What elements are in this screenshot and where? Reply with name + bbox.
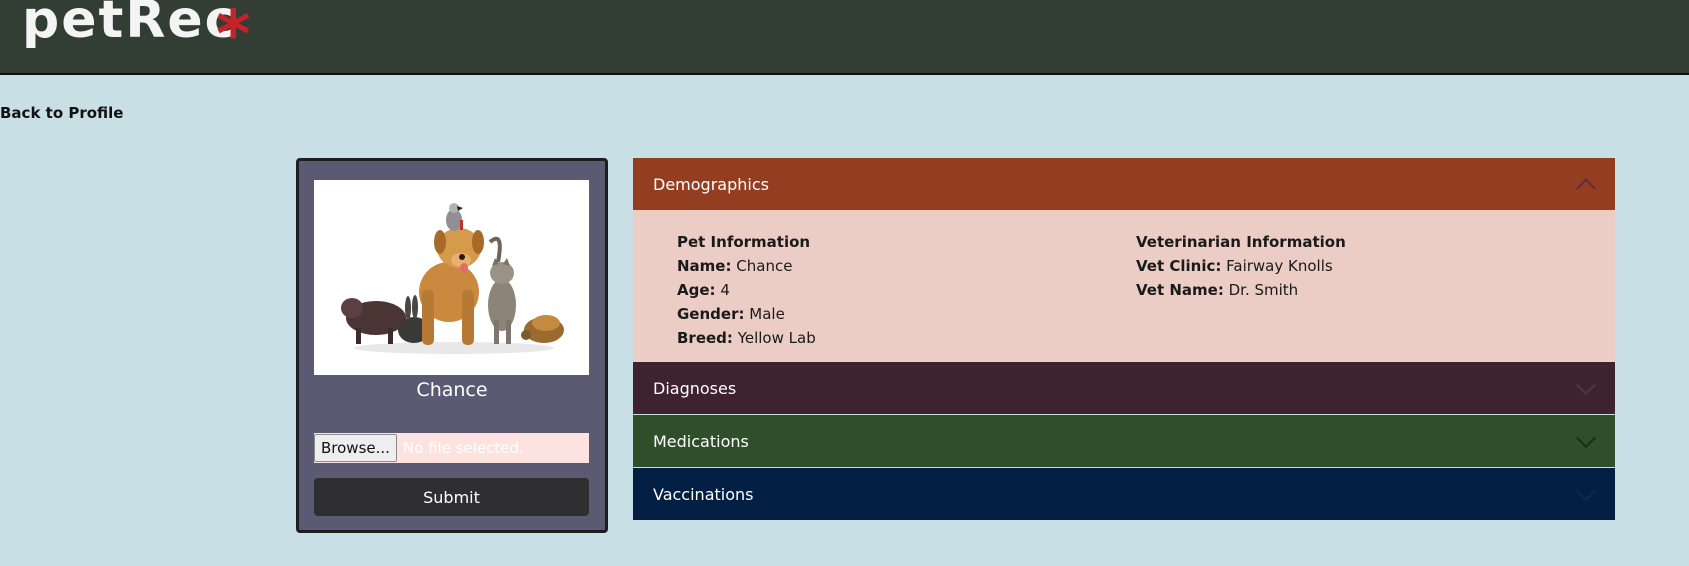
accordion-diagnoses: Diagnoses — [633, 362, 1615, 414]
accordion-title: Vaccinations — [653, 484, 754, 504]
chevron-up-icon — [1576, 178, 1596, 199]
browse-button[interactable]: Browse... — [314, 434, 397, 462]
accordion-title: Diagnoses — [653, 378, 737, 398]
pet-breed-row: Breed: Yellow Lab — [677, 329, 816, 347]
accordion-vaccinations: Vaccinations — [633, 468, 1615, 520]
brand-asterisk-icon: * — [216, 0, 251, 73]
chevron-down-icon — [1576, 428, 1596, 449]
accordion-header-demographics[interactable]: Demographics — [633, 158, 1615, 210]
chevron-down-icon — [1576, 375, 1596, 396]
top-navbar: petRec * — [0, 0, 1689, 75]
pet-profile-card: Chance Browse... No file selected. Submi… — [296, 158, 608, 533]
chevron-down-icon — [1576, 481, 1596, 502]
accordion-header-vaccinations[interactable]: Vaccinations — [633, 468, 1615, 520]
pets-group-image — [341, 203, 564, 354]
pet-breed-value: Yellow Lab — [737, 329, 816, 347]
file-status-text: No file selected. — [402, 439, 524, 457]
pet-photo — [314, 180, 589, 375]
pet-name-value: Chance — [736, 257, 793, 275]
vet-name-row: Vet Name: Dr. Smith — [1136, 281, 1299, 299]
pet-gender-value: Male — [749, 305, 785, 323]
photo-file-input[interactable]: Browse... No file selected. — [314, 433, 589, 463]
accordion-header-medications[interactable]: Medications — [633, 415, 1615, 467]
pet-age-row: Age: 4 — [677, 281, 730, 299]
vet-name-value: Dr. Smith — [1228, 281, 1299, 299]
accordion-header-diagnoses[interactable]: Diagnoses — [633, 362, 1615, 414]
brand-logo[interactable]: petRec — [22, 0, 237, 46]
demographics-body: Pet Information Name: Chance Age: 4 Gend… — [633, 210, 1615, 361]
accordion-medications: Medications — [633, 415, 1615, 467]
pet-age-value: 4 — [720, 281, 730, 299]
veterinarian-information: Veterinarian Information Vet Clinic: Fai… — [1136, 230, 1346, 302]
vet-info-heading: Veterinarian Information — [1136, 233, 1346, 251]
accordion-title: Medications — [653, 431, 749, 451]
vet-clinic-row: Vet Clinic: Fairway Knolls — [1136, 257, 1333, 275]
accordion-demographics: Demographics Pet Information Name: Chanc… — [633, 158, 1615, 361]
pet-name-row: Name: Chance — [677, 257, 793, 275]
vet-clinic-value: Fairway Knolls — [1226, 257, 1333, 275]
back-to-profile-link[interactable]: Back to Profile — [0, 104, 123, 122]
pet-information: Pet Information Name: Chance Age: 4 Gend… — [677, 230, 816, 350]
pet-info-heading: Pet Information — [677, 233, 811, 251]
accordion-title: Demographics — [653, 174, 769, 194]
pet-name-caption: Chance — [416, 379, 488, 401]
pet-gender-row: Gender: Male — [677, 305, 785, 323]
submit-button[interactable]: Submit — [314, 478, 589, 516]
